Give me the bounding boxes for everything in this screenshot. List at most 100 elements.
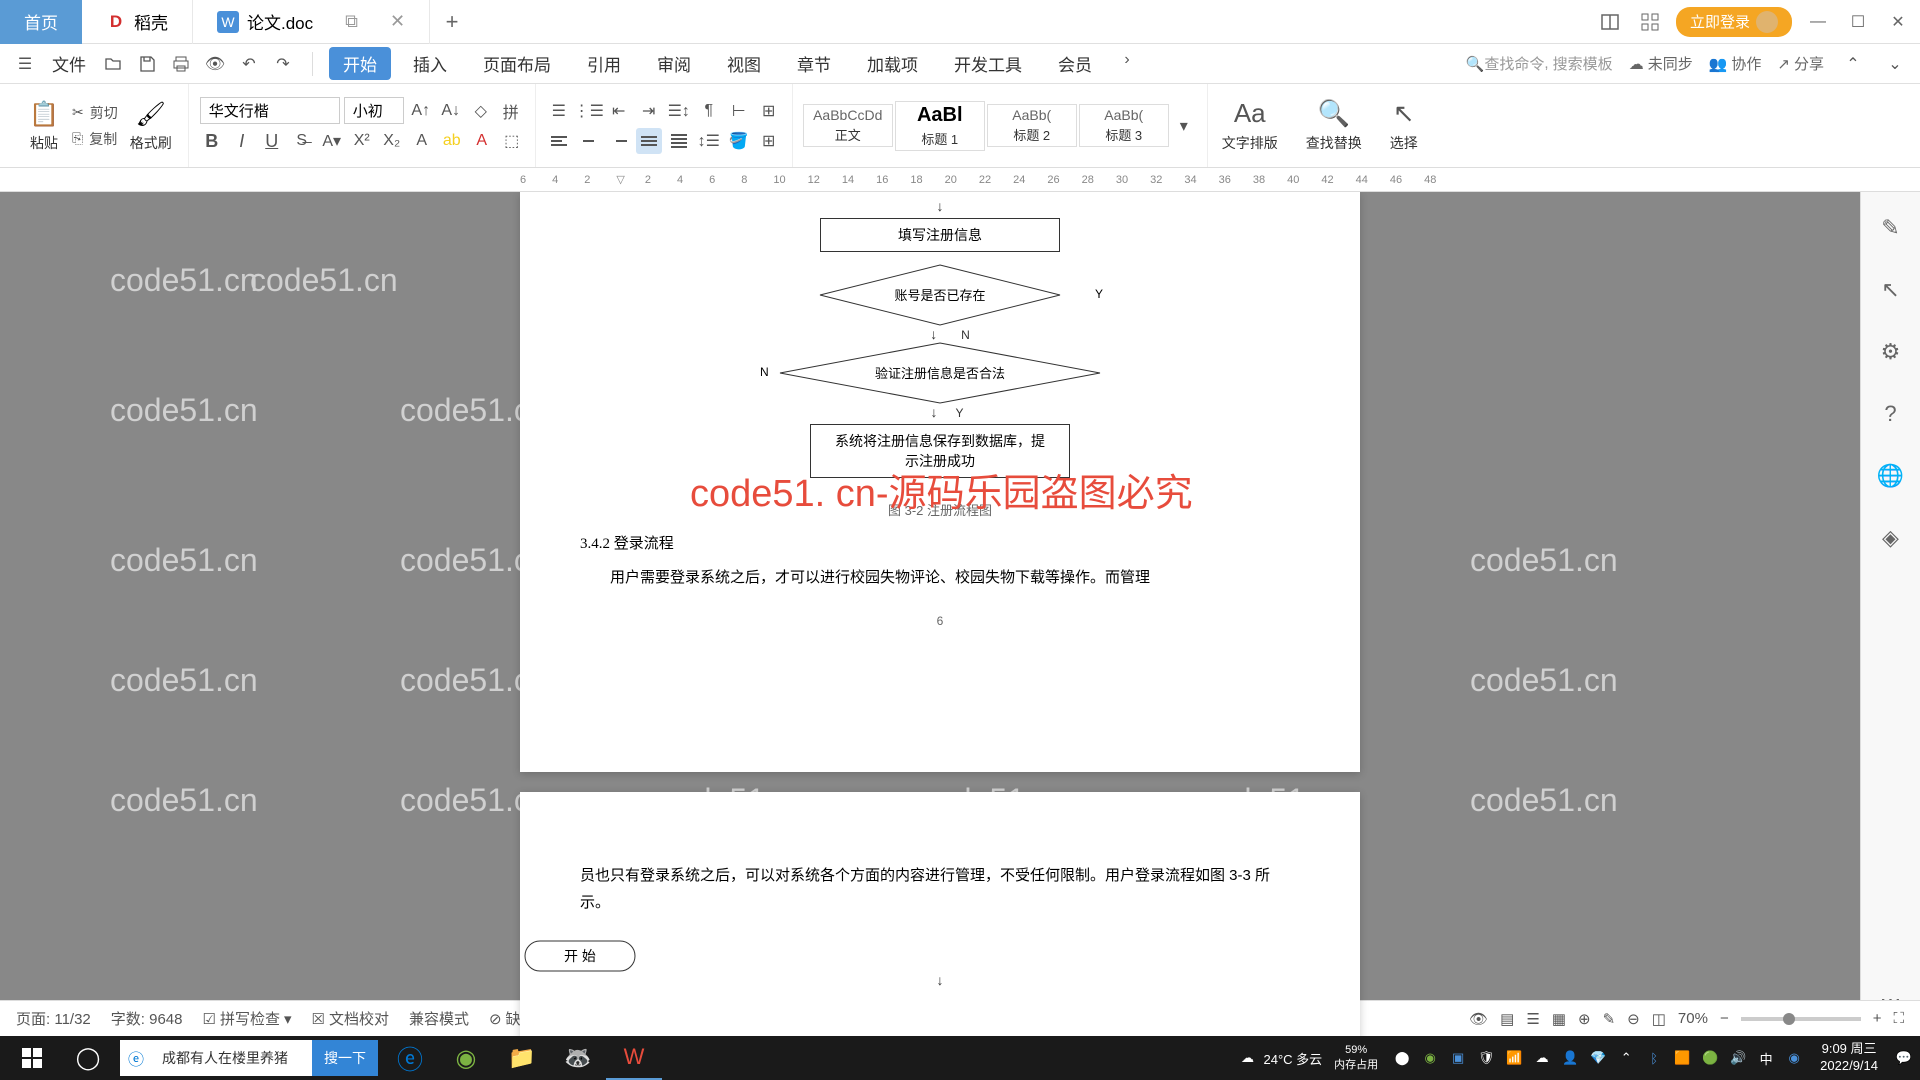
tab-document[interactable]: W 论文.doc ⧉ ✕ [193,0,430,44]
line-spacing-icon[interactable]: ↕☰ [696,128,722,154]
copy-button[interactable]: ⎘ 复制 [72,129,118,149]
tray-icon-2[interactable]: ◉ [1418,1046,1442,1070]
globe-icon[interactable]: ⊕ [1578,1010,1591,1028]
char-border-button[interactable]: ⬚ [499,128,525,154]
zoom-minus[interactable]: − [1720,1010,1729,1027]
edit-icon[interactable]: ✎ [1603,1010,1616,1028]
tab-insert[interactable]: 插入 [399,47,461,80]
diamond-icon[interactable]: ◈ [1875,522,1907,554]
tab-close-icon[interactable]: ✕ [390,11,405,32]
tab-reference[interactable]: 引用 [573,47,635,80]
read-view-icon[interactable]: ▤ [1500,1010,1514,1028]
translate-icon[interactable]: 🌐 [1875,460,1907,492]
find-replace-button[interactable]: 🔍 查找替换 [1292,98,1376,153]
style-heading3[interactable]: AaBb(标题 3 [1079,104,1169,147]
underline-button[interactable]: U [259,128,285,154]
bold-button[interactable]: B [199,128,225,154]
style-heading2[interactable]: AaBb(标题 2 [987,104,1077,147]
login-button[interactable]: 立即登录 [1676,7,1792,37]
shading-icon[interactable]: 🪣 [726,128,752,154]
task-wps[interactable]: W [606,1036,662,1080]
clear-format-icon[interactable]: ◇ [468,98,494,124]
tray-icon-9[interactable]: ◉ [1782,1046,1806,1070]
select-button[interactable]: ↖ 选择 [1376,98,1432,153]
cut-button[interactable]: ✂ 剪切 [72,103,118,123]
superscript-button[interactable]: X² [349,128,375,154]
tray-icon-1[interactable]: ⬤ [1390,1046,1414,1070]
pinyin-icon[interactable]: 拼 [498,98,524,124]
outline-view-icon[interactable]: ☰ [1526,1010,1539,1028]
save-icon[interactable] [134,51,160,77]
tray-icon-3[interactable]: ▣ [1446,1046,1470,1070]
tab-popout-icon[interactable]: ⧉ [345,11,358,32]
tray-icon-7[interactable]: 🟧 [1670,1046,1694,1070]
tray-wifi-icon[interactable]: 📶 [1502,1046,1526,1070]
tab-review[interactable]: 审阅 [643,47,705,80]
font-color-button[interactable]: A [469,128,495,154]
tab-add[interactable]: + [430,9,474,35]
tab-stops-icon[interactable]: ⊢ [726,98,752,124]
page-indicator[interactable]: 页面: 11/32 [16,1008,91,1029]
tab-devtools[interactable]: 开发工具 [940,47,1036,80]
compat-mode[interactable]: 兼容模式 [409,1008,469,1029]
proof-read[interactable]: ☒ 文档校对 [311,1008,388,1029]
strikethrough-button[interactable]: S̶ [289,128,315,154]
italic-button[interactable]: I [229,128,255,154]
tray-icon-8[interactable]: 🟢 [1698,1046,1722,1070]
tab-pagelayout[interactable]: 页面布局 [469,47,565,80]
grid-icon[interactable] [1636,8,1664,36]
styles-more-icon[interactable]: ▾ [1171,113,1197,139]
hamburger-icon[interactable]: ☰ [12,51,38,77]
close-icon[interactable]: ✕ [1884,8,1912,36]
fit-icon[interactable]: ◫ [1652,1010,1666,1028]
undo-icon[interactable]: ↶ [236,51,262,77]
shrink-font-icon[interactable]: A↓ [438,98,464,124]
notifications-icon[interactable]: 💬 [1892,1046,1916,1070]
more-icon[interactable]: › [1114,47,1140,73]
font-select[interactable]: 华文行楷 [200,97,340,124]
chevron-down-icon[interactable]: ⌄ [1882,51,1908,77]
start-button[interactable] [4,1036,60,1080]
web-view-icon[interactable]: ▦ [1552,1010,1566,1028]
minimize-icon[interactable]: — [1804,8,1832,36]
print-icon[interactable] [168,51,194,77]
sort-icon[interactable]: ☰↕ [666,98,692,124]
tray-volume-icon[interactable]: 🔊 [1726,1046,1750,1070]
paste-button[interactable]: 📋 粘贴 [22,97,66,155]
align-left-button[interactable] [546,128,572,154]
document-area[interactable]: code51.cn code51.cn code51.cn code51.cn … [0,192,1860,1036]
style-normal[interactable]: AaBbCcDd正文 [803,104,893,147]
tray-bluetooth-icon[interactable]: ᛒ [1642,1046,1666,1070]
menu-file[interactable]: 文件 [46,51,92,76]
fullscreen-icon[interactable]: ⛶ [1893,1010,1904,1027]
task-ie[interactable]: ⓔ [382,1036,438,1080]
text-layout-button[interactable]: Aa 文字排版 [1208,98,1292,153]
tray-ime-icon[interactable]: 中 [1754,1046,1778,1070]
word-count[interactable]: 字数: 9648 [111,1008,183,1029]
zoom-level[interactable]: 70% [1678,1010,1708,1027]
cursor-icon[interactable]: ↖ [1875,274,1907,306]
search-command[interactable]: 🔍 查找命令, 搜索模板 [1466,53,1613,74]
task-explorer[interactable]: 📁 [494,1036,550,1080]
bullet-list-icon[interactable]: ☰ [546,98,572,124]
show-marks-icon[interactable]: ¶ [696,98,722,124]
grow-font-icon[interactable]: A↑ [408,98,434,124]
chevron-up-icon[interactable]: ⌃ [1840,51,1866,77]
tab-docer[interactable]: D 稻壳 [82,0,193,44]
spell-check[interactable]: ☑ 拼写检查 ▾ [202,1008,291,1029]
unsync-button[interactable]: ☁ 未同步 [1629,53,1693,74]
decrease-indent-icon[interactable]: ⇤ [606,98,632,124]
borders-icon[interactable]: ⊞ [756,98,782,124]
task-browser[interactable]: ◉ [438,1036,494,1080]
font-style-button[interactable]: A▾ [319,128,345,154]
ruler[interactable]: 6 4 2 ▽ 2 4 6 8 10 12 14 16 18 20 22 24 … [0,168,1920,192]
weather-icon[interactable]: ☁ [1235,1046,1259,1070]
tab-home[interactable]: 首页 [0,0,82,44]
tab-start[interactable]: 开始 [329,47,391,80]
taskbar-clock[interactable]: 9:09 周三 2022/9/14 [1810,1041,1888,1075]
open-icon[interactable] [100,51,126,77]
settings-icon[interactable]: ⚙ [1875,336,1907,368]
search-button[interactable]: 搜一下 [312,1040,378,1076]
tray-icon-6[interactable]: 💎 [1586,1046,1610,1070]
number-list-icon[interactable]: ⋮☰ [576,98,602,124]
